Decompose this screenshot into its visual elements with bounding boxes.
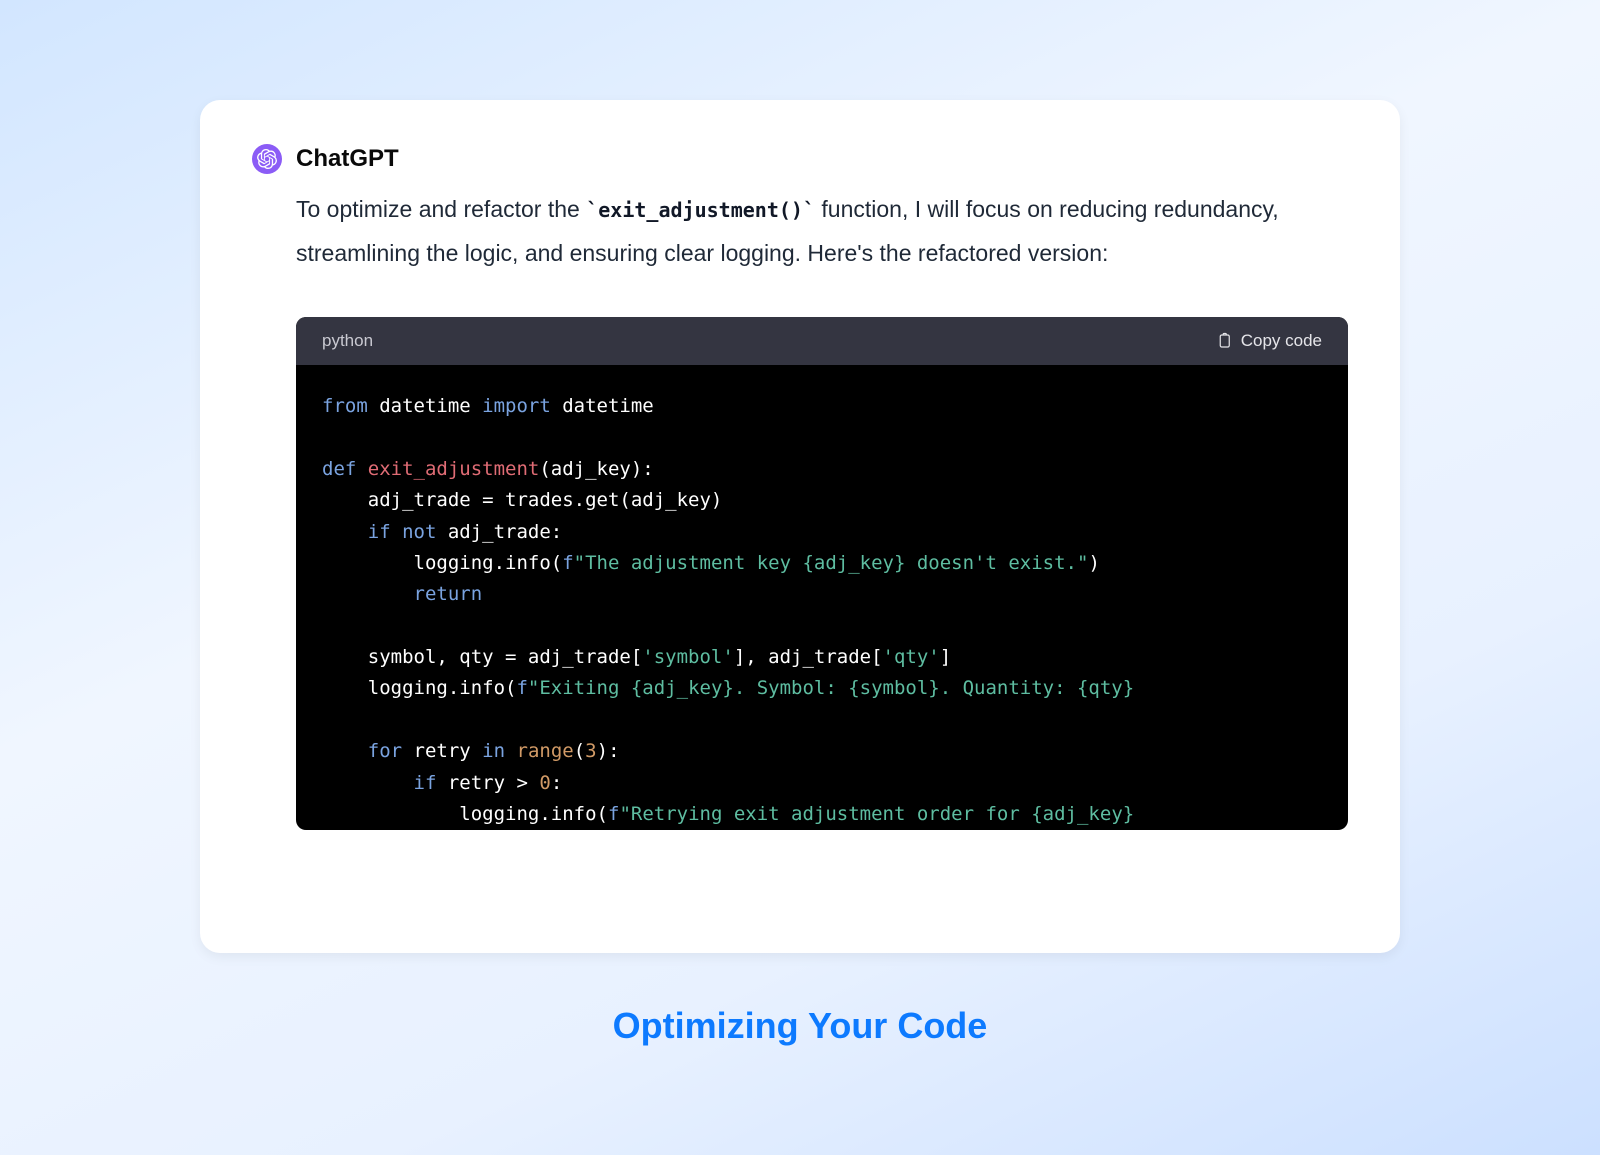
code-body[interactable]: from datetime import datetime def exit_a… bbox=[296, 365, 1348, 830]
openai-logo-icon bbox=[257, 149, 277, 169]
code-block: python Copy code from datetime import da… bbox=[296, 317, 1348, 830]
message-content: To optimize and refactor the `exit_adjus… bbox=[296, 188, 1348, 830]
bot-name: ChatGPT bbox=[296, 145, 399, 173]
copy-code-button[interactable]: Copy code bbox=[1215, 331, 1322, 351]
message-header: ChatGPT bbox=[252, 144, 1348, 174]
msg-pre: To optimize and refactor the bbox=[296, 196, 586, 222]
page-caption: Optimizing Your Code bbox=[0, 1005, 1600, 1047]
chat-card: ChatGPT To optimize and refactor the `ex… bbox=[200, 100, 1400, 953]
message-text: To optimize and refactor the `exit_adjus… bbox=[296, 188, 1348, 275]
copy-code-label: Copy code bbox=[1241, 331, 1322, 351]
clipboard-icon bbox=[1215, 332, 1233, 350]
inline-code: `exit_adjustment()` bbox=[586, 198, 815, 222]
chatgpt-avatar bbox=[252, 144, 282, 174]
language-label: python bbox=[322, 331, 373, 351]
code-header: python Copy code bbox=[296, 317, 1348, 365]
